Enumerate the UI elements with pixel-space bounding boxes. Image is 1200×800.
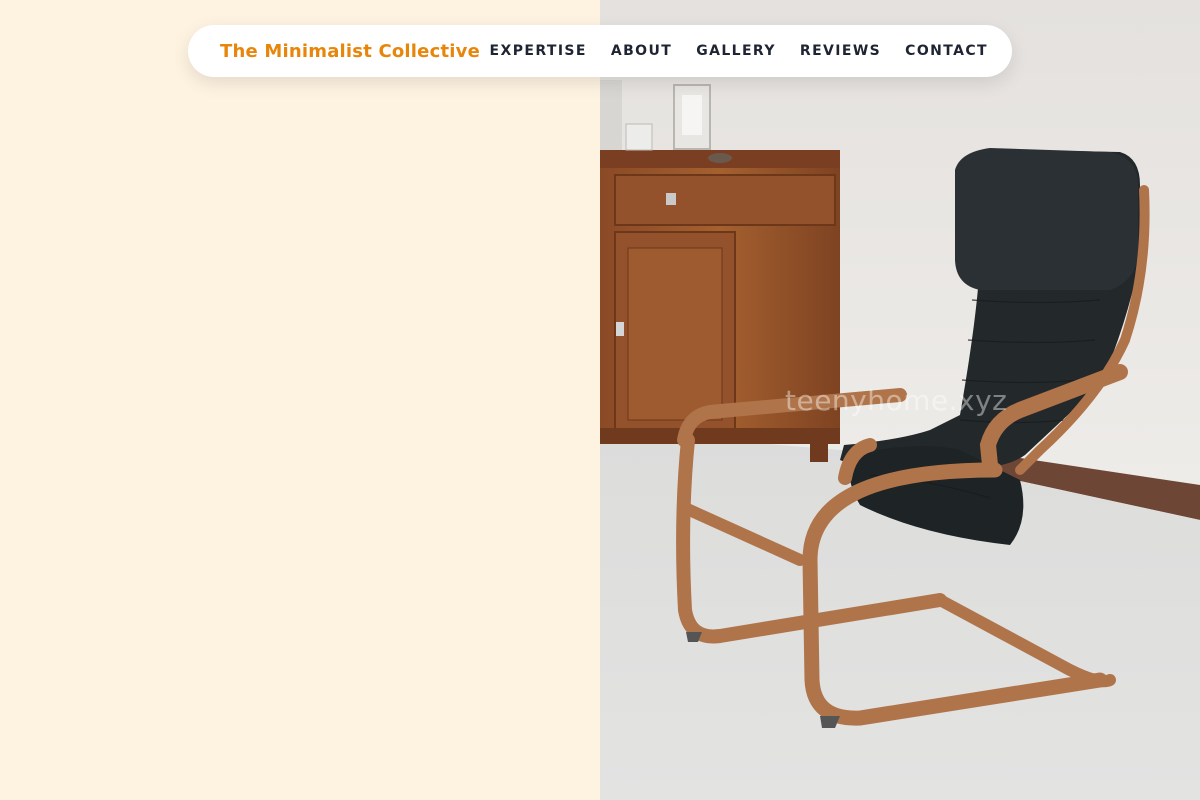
watermark-text: teenyhome.xyz — [785, 384, 1008, 417]
nav-link-contact[interactable]: CONTACT — [905, 43, 988, 59]
brand-logo-link[interactable]: The Minimalist Collective — [220, 41, 480, 62]
nav-link-expertise[interactable]: EXPERTISE — [490, 43, 587, 59]
nav-link-about[interactable]: ABOUT — [611, 43, 672, 59]
nav-links: EXPERTISE ABOUT GALLERY REVIEWS CONTACT — [490, 43, 988, 59]
nav-link-reviews[interactable]: REVIEWS — [800, 43, 881, 59]
nav-link-gallery[interactable]: GALLERY — [696, 43, 776, 59]
top-navbar: The Minimalist Collective EXPERTISE ABOU… — [188, 25, 1012, 77]
left-panel — [0, 0, 600, 800]
